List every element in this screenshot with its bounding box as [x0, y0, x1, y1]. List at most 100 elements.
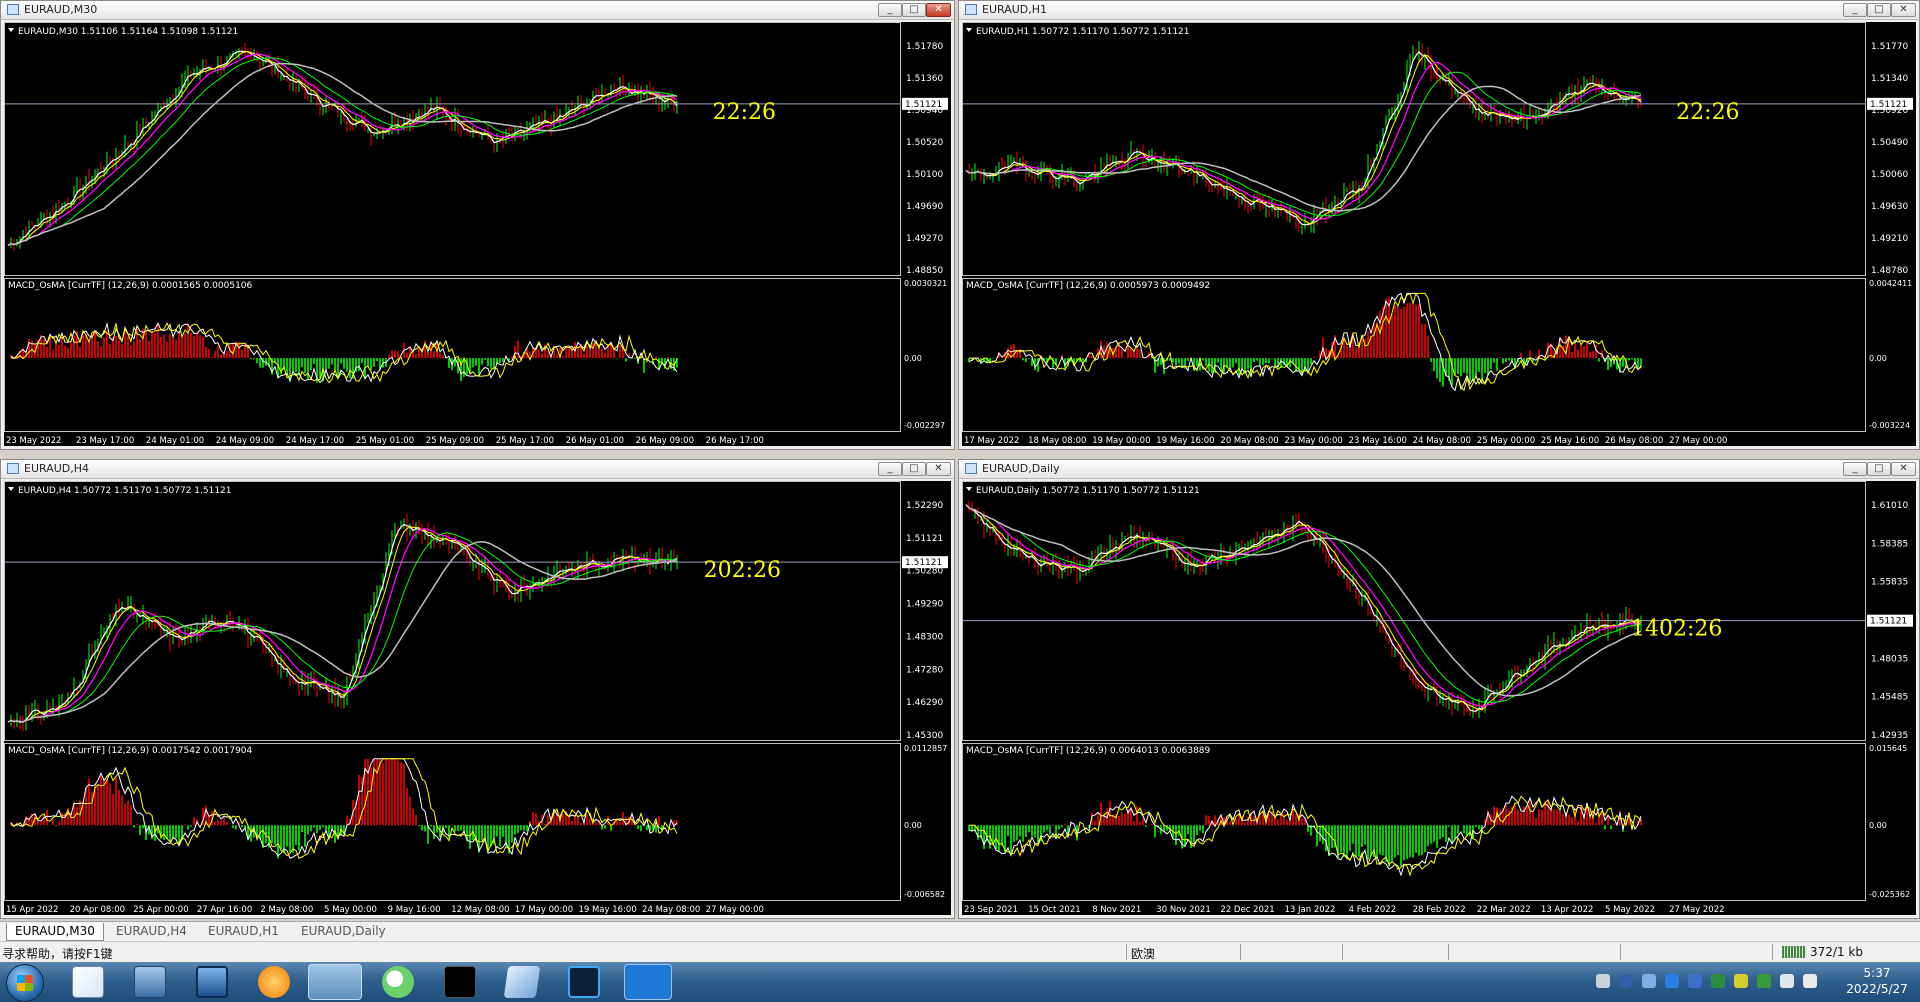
tray-shield-icon[interactable] [1688, 974, 1702, 988]
price-axis-label: 1.45300 [906, 731, 943, 741]
capcut-app-icon[interactable] [444, 966, 476, 998]
time-axis-label: 9 May 16:00 [388, 905, 441, 915]
tab-euraud-h4[interactable]: EURAUD,H4 [108, 923, 195, 940]
time-axis-label: 26 May 01:00 [566, 436, 624, 446]
time-axis-label: 22 Dec 2021 [1220, 905, 1274, 915]
tray-alert-icon[interactable] [1734, 974, 1748, 988]
chart-window-h1[interactable]: EURAUD,H1 _ □ ✕ EURAUD,H1 1.50772 1.5117… [958, 0, 1920, 450]
paint-app-icon[interactable] [72, 966, 104, 998]
window-titlebar[interactable]: EURAUD,Daily _ □ ✕ [959, 460, 1919, 479]
current-price-label: 1.51121 [1870, 100, 1907, 110]
start-button[interactable] [6, 964, 44, 1002]
tray-security-icon[interactable] [1711, 974, 1725, 988]
macd-info-text: MACD_OsMA [CurrTF] (12,26,9) 0.0005973 0… [966, 281, 1210, 291]
clock[interactable]: 5:37 2022/5/27 [1842, 965, 1912, 997]
moving-average-line [7, 523, 678, 723]
price-chart-svg[interactable]: EURAUD,H1 1.50772 1.51170 1.50772 1.5112… [962, 22, 1916, 446]
window-titlebar[interactable]: EURAUD,H1 _ □ ✕ [959, 1, 1919, 20]
photoshop-app-icon[interactable] [568, 966, 600, 998]
minimize-button[interactable]: _ [1843, 462, 1867, 476]
time-axis-label: 8 Nov 2021 [1092, 905, 1141, 915]
minimize-button[interactable]: _ [878, 3, 902, 17]
wechat-app-icon[interactable] [382, 966, 414, 998]
time-axis-label: 15 Apr 2022 [6, 905, 59, 915]
price-axis-label: 1.51121 [906, 534, 943, 544]
tab-euraud-daily[interactable]: EURAUD,Daily [293, 923, 394, 940]
moving-average-line [7, 50, 678, 246]
moving-average-line [7, 526, 678, 723]
chart-window-icon [7, 463, 19, 474]
status-divider [1448, 944, 1449, 960]
tray-network-icon[interactable] [1803, 974, 1817, 988]
time-axis-label: 13 Apr 2022 [1541, 905, 1594, 915]
price-chart-svg[interactable]: EURAUD,H4 1.50772 1.51170 1.50772 1.5112… [4, 481, 951, 915]
window-title: EURAUD,H4 [24, 462, 90, 475]
window-titlebar[interactable]: EURAUD,M30 _ □ ✕ [1, 1, 954, 20]
symbol-info-text: EURAUD,M30 1.51106 1.51164 1.51098 1.511… [18, 27, 238, 37]
status-profile: 欧澳 [1131, 947, 1156, 961]
moving-average-line [965, 50, 1642, 226]
chart-area[interactable]: EURAUD,H1 1.50772 1.51170 1.50772 1.5112… [962, 22, 1916, 446]
time-axis-label: 26 May 17:00 [706, 436, 764, 446]
browser-app-icon[interactable] [258, 966, 290, 998]
maximize-button[interactable]: □ [1867, 3, 1891, 17]
moving-average-line [7, 62, 678, 246]
symbol-info-text: EURAUD,Daily 1.50772 1.51170 1.50772 1.5… [976, 486, 1200, 496]
metatrader-app-icon[interactable] [308, 964, 362, 1000]
time-axis-label: 25 May 17:00 [496, 436, 554, 446]
price-chart-svg[interactable]: EURAUD,M30 1.51106 1.51164 1.51098 1.511… [4, 22, 951, 446]
maximize-button[interactable]: □ [902, 462, 926, 476]
tab-euraud-m30[interactable]: EURAUD,M30 [6, 923, 104, 941]
price-chart-svg[interactable]: EURAUD,Daily 1.50772 1.51170 1.50772 1.5… [962, 481, 1916, 915]
maximize-button[interactable]: □ [1867, 462, 1891, 476]
price-axis-label: 1.51360 [906, 74, 943, 84]
tray-volume-icon[interactable] [1780, 974, 1794, 988]
moving-average-line [7, 527, 678, 723]
tray-app-icon[interactable] [1642, 974, 1656, 988]
macd-axis-label: -0.002297 [904, 421, 945, 430]
price-axis-label: 1.55835 [1871, 578, 1908, 588]
chart-window-h4[interactable]: EURAUD,H4 _ □ ✕ EURAUD,H4 1.50772 1.5117… [0, 459, 955, 919]
minimize-button[interactable]: _ [1843, 3, 1867, 17]
tray-flag-icon[interactable] [1757, 974, 1771, 988]
current-price-label: 1.51121 [905, 558, 942, 568]
time-axis-label: 17 May 2022 [964, 436, 1019, 446]
chart-area[interactable]: EURAUD,Daily 1.50772 1.51170 1.50772 1.5… [962, 481, 1916, 915]
macd-info-text: MACD_OsMA [CurrTF] (12,26,9) 0.0064013 0… [966, 746, 1211, 756]
tab-euraud-h1[interactable]: EURAUD,H1 [200, 923, 287, 940]
macd-axis-label: 0.0042411 [1869, 279, 1912, 288]
maximize-button[interactable]: □ [902, 3, 926, 17]
bar-countdown-timer: 1402:26 [1631, 617, 1722, 642]
edit-app-icon[interactable] [624, 964, 672, 1000]
close-button[interactable]: ✕ [926, 462, 951, 476]
time-axis-label: 18 May 08:00 [1028, 436, 1086, 446]
chart-area[interactable]: EURAUD,H4 1.50772 1.51170 1.50772 1.5112… [4, 481, 951, 915]
chart-window-m30[interactable]: EURAUD,M30 _ □ ✕ EURAUD,M30 1.51106 1.51… [0, 0, 955, 450]
macd-axis-label: -0.006582 [904, 890, 945, 899]
tray-dropbox-icon[interactable] [1665, 974, 1679, 988]
window-titlebar[interactable]: EURAUD,H4 _ □ ✕ [1, 460, 954, 479]
chart-window-daily[interactable]: EURAUD,Daily _ □ ✕ EURAUD,Daily 1.50772 … [958, 459, 1920, 919]
close-button[interactable]: ✕ [926, 3, 951, 17]
network-app-icon[interactable] [134, 966, 166, 998]
macd-axis-label: 0.00 [1869, 354, 1887, 363]
tray-help-icon[interactable] [1619, 974, 1633, 988]
current-price-label: 1.51121 [905, 100, 942, 110]
close-button[interactable]: ✕ [1891, 3, 1916, 17]
chart-area[interactable]: EURAUD,M30 1.51106 1.51164 1.51098 1.511… [4, 22, 951, 446]
status-help-text: 寻求帮助，请按F1键 [2, 947, 113, 961]
clock-date: 2022/5/27 [1846, 982, 1908, 996]
time-axis-label: 24 May 17:00 [286, 436, 344, 446]
chart-window-icon [965, 463, 977, 474]
notes-app-icon[interactable] [503, 966, 541, 998]
close-button[interactable]: ✕ [1891, 462, 1916, 476]
time-axis-label: 24 May 08:00 [642, 905, 700, 915]
tray-keyboard-icon[interactable] [1596, 974, 1610, 988]
macd-main-line [10, 321, 678, 384]
desktop-app-icon[interactable] [196, 966, 228, 998]
time-axis-label: 24 May 08:00 [1413, 436, 1471, 446]
price-axis-label: 1.51780 [906, 42, 943, 52]
minimize-button[interactable]: _ [878, 462, 902, 476]
connection-status: 372/1 kb [1810, 945, 1863, 959]
price-axis-label: 1.51340 [1871, 74, 1908, 84]
